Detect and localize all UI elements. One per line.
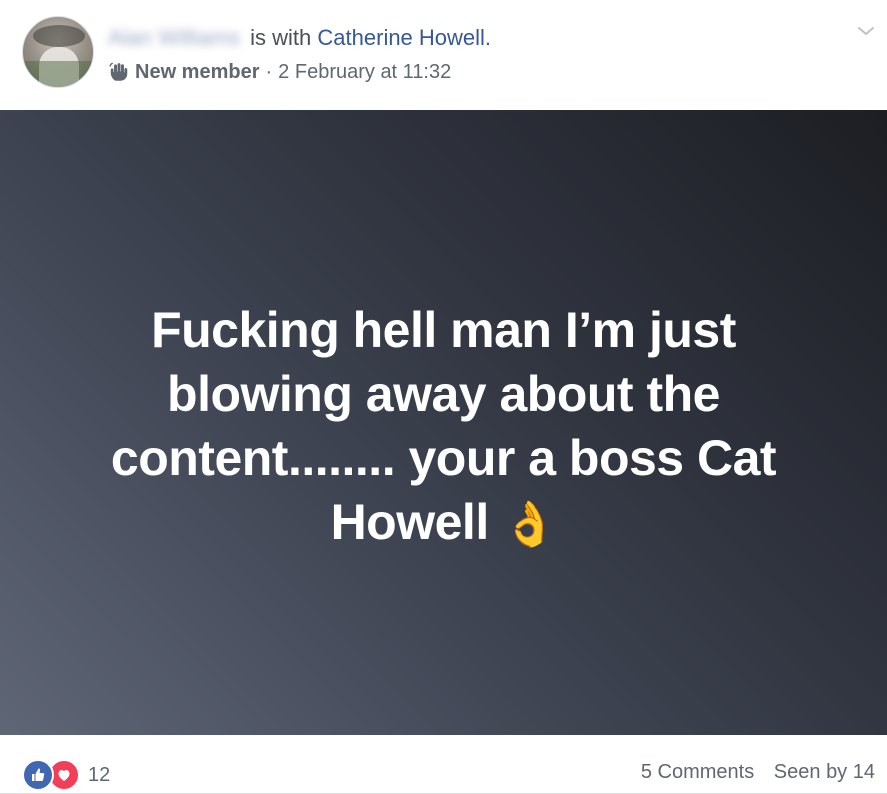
reaction-count: 12: [88, 763, 111, 786]
tagged-person-link[interactable]: Catherine Howell.: [317, 25, 491, 50]
post-message: Fucking hell man I’m just blowing away a…: [110, 302, 777, 550]
post-body-text: Fucking hell man I’m just blowing away a…: [54, 298, 834, 557]
seen-by-count[interactable]: Seen by 14: [774, 761, 875, 783]
post-header: Alan Williams is with Catherine Howell. …: [0, 0, 887, 110]
new-member-badge[interactable]: New member: [135, 58, 260, 86]
group-post: Alan Williams is with Catherine Howell. …: [0, 0, 887, 794]
post-timestamp[interactable]: 2 February at 11:32: [278, 58, 451, 86]
post-meta: New member · 2 February at 11:32: [108, 58, 451, 86]
post-footer: 12 5 Comments Seen by 14: [0, 735, 887, 794]
wave-hand-icon: [108, 61, 130, 83]
comments-count-link[interactable]: 5 Comments: [641, 761, 754, 783]
avatar[interactable]: [22, 16, 94, 88]
reactions-summary[interactable]: 12: [22, 759, 110, 791]
ok-hand-emoji: 👌: [502, 500, 557, 549]
author-name[interactable]: Alan Williams: [108, 22, 240, 54]
like-icon: [22, 759, 54, 791]
chevron-down-icon[interactable]: [855, 20, 877, 42]
with-text: is with: [250, 25, 312, 50]
meta-separator: ·: [265, 61, 273, 83]
post-stats: 5 Comments Seen by 14: [641, 761, 875, 784]
post-title-line: Alan Williams is with Catherine Howell.: [108, 22, 491, 54]
post-background-card: Fucking hell man I’m just blowing away a…: [0, 110, 887, 735]
